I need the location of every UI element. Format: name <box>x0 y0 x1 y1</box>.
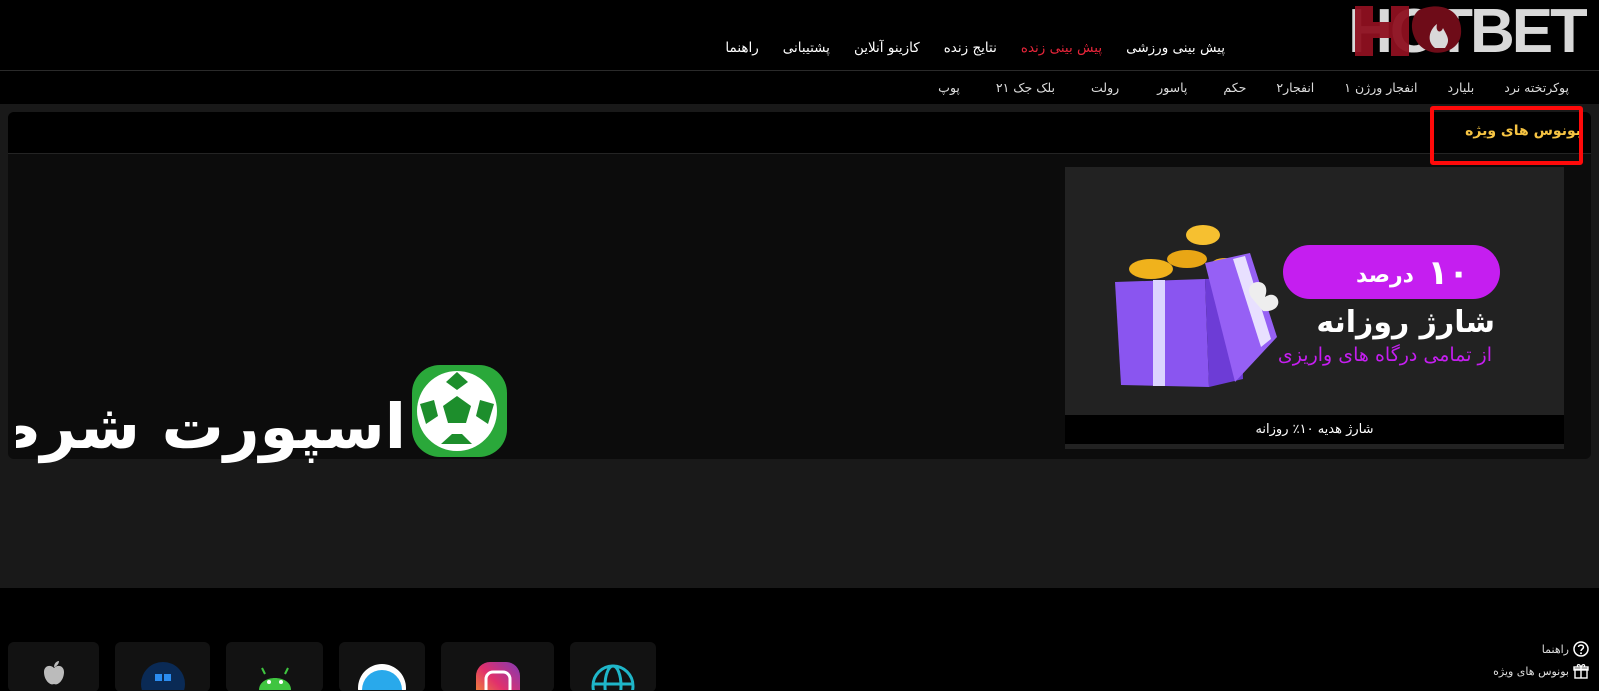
nav-help[interactable]: راهنما <box>725 40 758 56</box>
subnav-item-pop[interactable]: پوپ <box>938 80 960 95</box>
android-icon <box>258 667 291 690</box>
sport-logo-text: اسپورت شرط <box>16 390 406 463</box>
android-app-button[interactable] <box>226 642 323 691</box>
footer-links: راهنما بونوس های ویژه <box>1493 638 1589 682</box>
subnav-item-blackjack[interactable]: بلک جک ۲۱ <box>996 80 1055 95</box>
subnav-item-backgammon[interactable]: تخته نرد <box>1504 80 1546 95</box>
windows-icon <box>140 662 185 690</box>
soccer-ball-icon <box>412 365 507 457</box>
site-footer: راهنما بونوس های ویژه <box>0 632 1599 691</box>
nav-sports-betting[interactable]: پیش بینی ورزشی <box>1126 40 1225 56</box>
subnav-item-crash-v1[interactable]: انفجار ورژن ۱ <box>1344 80 1417 95</box>
sport-shart-logo[interactable]: اسپورت شرط <box>16 360 516 470</box>
svg-text:۱۰: ۱۰ <box>1427 253 1469 293</box>
hotbet-logo[interactable]: HOTBET <box>1347 0 1587 58</box>
main-nav: پیش بینی ورزشی پیش بینی زنده نتایج زنده … <box>725 40 1225 56</box>
promo-banner[interactable]: ۱۰ درصد شارژ روزانه از تمامی درگاه های و… <box>1065 167 1564 449</box>
promo-line2: از تمامی درگاه های واریزی <box>1278 343 1492 366</box>
subnav-item-hokm[interactable]: حکم <box>1223 80 1246 95</box>
main-content: بونوس های ویژه ۱۰ درصد شارژ روزانه از تم… <box>0 104 1599 588</box>
promo-caption[interactable]: شارژ هدیه ۱۰٪ روزانه <box>1065 415 1564 444</box>
globe-icon <box>591 664 635 690</box>
subnav-item-crash-2[interactable]: انفجار۲ <box>1276 80 1314 95</box>
bonus-panel-header: بونوس های ویژه <box>8 106 1591 165</box>
instagram-icon <box>475 662 520 690</box>
footer-link-bonuses[interactable]: بونوس های ویژه <box>1493 660 1589 682</box>
apple-icon <box>43 661 64 685</box>
windows-app-button[interactable] <box>115 642 210 691</box>
nav-support[interactable]: پشتیبانی <box>783 40 830 56</box>
help-circle-icon <box>1573 641 1589 657</box>
telegram-app-button[interactable] <box>339 642 425 691</box>
promo-line1: شارژ روزانه <box>1316 305 1495 340</box>
subnav-item-poker[interactable]: پوکر <box>1546 80 1569 95</box>
footer-link-label: راهنما <box>1541 642 1569 656</box>
subnav-item-roulette[interactable]: رولت <box>1091 80 1119 95</box>
percent-badge: ۱۰ درصد <box>1283 245 1500 299</box>
svg-text:درصد: درصد <box>1356 263 1414 288</box>
nav-live-results[interactable]: نتایج زنده <box>944 40 997 56</box>
subnav-item-billiards[interactable]: بلیارد <box>1447 80 1474 95</box>
website-button[interactable] <box>570 642 656 691</box>
gift-icon <box>1573 664 1589 679</box>
nav-online-casino[interactable]: کازینو آنلاین <box>854 40 920 56</box>
telegram-icon <box>358 664 406 690</box>
nav-live-betting[interactable]: پیش بینی زنده <box>1021 40 1102 56</box>
apple-app-button[interactable] <box>8 642 99 691</box>
highlight-box <box>1430 106 1583 165</box>
games-subnav: پوکر تخته نرد بلیارد انفجار ورژن ۱ انفجا… <box>0 72 1599 104</box>
bonus-panel: بونوس های ویژه ۱۰ درصد شارژ روزانه از تم… <box>8 106 1591 463</box>
footer-link-label: بونوس های ویژه <box>1493 664 1569 678</box>
instagram-app-button[interactable] <box>441 642 554 691</box>
footer-link-help[interactable]: راهنما <box>1493 638 1589 660</box>
subnav-item-pasur[interactable]: پاسور <box>1157 80 1187 95</box>
site-header: HOTBET پیش بینی ورزشی پیش بینی زنده نتای… <box>0 0 1599 71</box>
